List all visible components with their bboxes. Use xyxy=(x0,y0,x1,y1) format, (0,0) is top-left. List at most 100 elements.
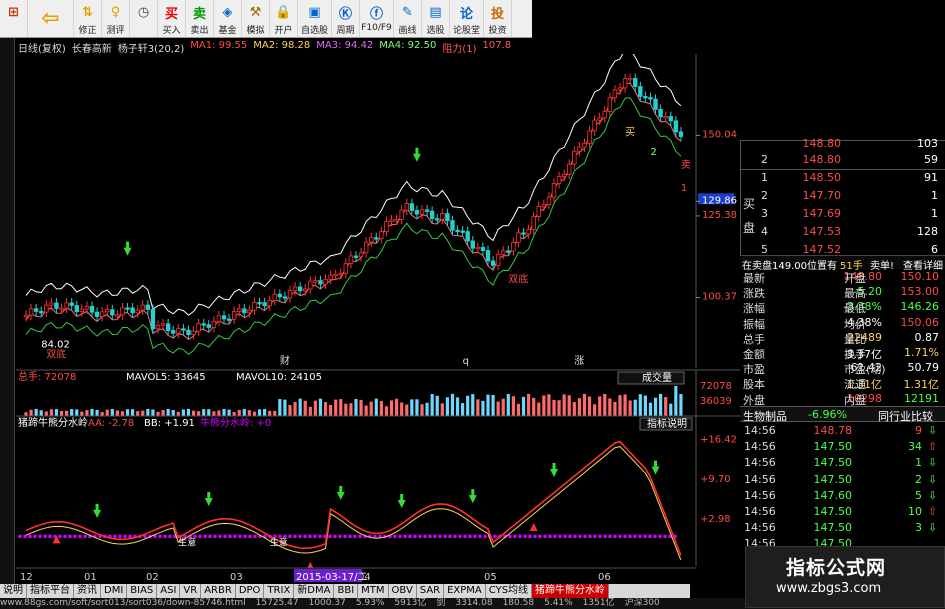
chart-mode-label[interactable]: 日线(复权) xyxy=(18,40,66,55)
volume-bar xyxy=(227,409,231,416)
sell-marker-label: 卖 xyxy=(681,159,691,171)
rights-adjust-icon: ⇅ xyxy=(82,4,93,20)
volume-bar xyxy=(476,399,480,416)
indicator-tab[interactable]: DMI xyxy=(101,584,128,598)
stock-pick-button[interactable]: ▤ 选股 xyxy=(422,0,450,37)
candle-body xyxy=(353,255,359,258)
indicator-tab[interactable]: MTM xyxy=(358,584,389,598)
fund-button[interactable]: ◈ 基金 xyxy=(214,0,242,37)
candle-body xyxy=(59,307,64,311)
buy-button[interactable]: 买买入 xyxy=(158,0,186,37)
quote-label: 换手 xyxy=(844,348,866,361)
quote-value: 1.31亿 xyxy=(846,378,883,392)
candle-body xyxy=(89,305,95,313)
order-level: 2 xyxy=(761,189,768,202)
indicator-tab[interactable]: ARBR xyxy=(201,584,236,598)
indicator-tab[interactable]: CYS均线 xyxy=(486,584,533,598)
indicator-tab[interactable]: ASI xyxy=(157,584,181,598)
quote-row: 外盘 10298 内盘 12191 xyxy=(740,392,945,407)
watchlist-button[interactable]: ▣ 自选股 xyxy=(298,0,332,37)
pen-icon: ✎ xyxy=(402,4,413,20)
left-scroll-strip[interactable] xyxy=(0,38,15,598)
test-button[interactable]: ♀ 测评 xyxy=(102,0,130,37)
hammer-button[interactable]: ⚒ 模拟 xyxy=(242,0,270,37)
order-book-row[interactable]: 148.80 103 xyxy=(741,137,945,153)
oscillator-pane[interactable]: 猪蹄牛熊分水岭 AA: -2.78 BB: +1.91 牛熊分水岭: +0 指标说明 +1… xyxy=(16,415,740,570)
indicator-tab[interactable]: 指标平台 xyxy=(27,584,74,598)
tick-row[interactable]: 14:56 147.50 2 ⇩ xyxy=(740,473,945,489)
indicator-tab[interactable]: SAR xyxy=(417,584,445,598)
order-book-row[interactable]: 2 148.80 59 xyxy=(741,153,945,169)
candle-body xyxy=(638,86,643,97)
indicator-tab[interactable]: OBV xyxy=(389,584,417,598)
investor-button[interactable]: 投投资 xyxy=(484,0,512,37)
volume-bar xyxy=(120,411,125,416)
period-button[interactable]: Ⓚ 周期 xyxy=(332,0,360,37)
indicator-tab[interactable]: EXPMA xyxy=(444,584,486,598)
tick-row[interactable]: 14:56 147.50 1 ⇩ xyxy=(740,456,945,472)
indicator-tab[interactable]: 资讯 xyxy=(74,584,101,598)
volume-bar xyxy=(481,400,485,416)
price-axis-label: 150.04 xyxy=(702,129,737,140)
indicator-tab[interactable]: VR xyxy=(180,584,202,598)
tick-row[interactable]: 14:56 147.50 10 ⇧ xyxy=(740,505,945,521)
ma4-value: MA4: 92.50 xyxy=(379,40,437,51)
quote-value: 22489 xyxy=(847,330,882,344)
indicator-tab[interactable]: 猪蹄牛熊分水岭 xyxy=(532,584,610,598)
order-level: 1 xyxy=(761,171,768,184)
buy-icon: 买 xyxy=(164,6,178,22)
status-item: 1351亿 xyxy=(582,598,615,608)
volume-bar xyxy=(34,408,38,416)
volume-bar xyxy=(283,399,287,416)
order-book-row[interactable]: 1 148.50 91 xyxy=(741,171,945,187)
indicator-tab[interactable]: TRIX xyxy=(264,584,295,598)
quote-value: 150.06 xyxy=(900,315,940,329)
indicator-tab[interactable]: 说明 xyxy=(0,584,27,598)
status-item: 5.93% xyxy=(355,598,385,608)
divide-line-dot xyxy=(68,534,72,539)
tick-row[interactable]: 14:56 148.78 9 ⇩ xyxy=(740,424,945,440)
forum-button[interactable]: 论论股堂 xyxy=(450,0,484,37)
back-arrow-button[interactable]: ⇦ xyxy=(28,0,74,37)
period-icon: Ⓚ xyxy=(338,6,352,22)
lock-button[interactable]: 🔒 开户 xyxy=(270,0,298,37)
f10-button[interactable]: ⓕ F10/F9 xyxy=(360,0,394,37)
quote-label: 市盈(动) xyxy=(844,363,886,377)
order-book-row[interactable]: 2 147.70 1 xyxy=(741,189,945,205)
pen-button[interactable]: ✎ 画线 xyxy=(394,0,422,37)
divide-line-dot xyxy=(423,534,427,539)
tick-row[interactable]: 14:56 147.60 5 ⇩ xyxy=(740,489,945,505)
candle-body xyxy=(328,274,333,280)
stopwatch-button[interactable]: ◷ xyxy=(130,0,158,37)
candle-body xyxy=(64,302,69,309)
kline-chart[interactable]: 150.04129.86125.38100.3784.02双底双底买卖21财 q 涨… xyxy=(16,54,740,584)
order-book-row[interactable]: 3 147.69 1 xyxy=(741,207,945,223)
order-price: 148.50 xyxy=(802,171,842,184)
add-window-button[interactable]: ⊞ xyxy=(0,0,28,37)
order-alert-bar[interactable]: 在卖盘149.00位置有 51手 卖单! 查看详细 xyxy=(740,255,945,272)
price-pane[interactable]: 150.04129.86125.38100.3784.02双底双底买卖21财 q 涨 xyxy=(16,54,740,368)
volume-bar xyxy=(263,409,267,416)
candle-body xyxy=(551,183,557,198)
indicator-tab[interactable]: DPO xyxy=(236,584,265,598)
rights-adjust-button[interactable]: ⇅ 修正 xyxy=(74,0,102,37)
candle-body xyxy=(516,232,521,243)
indicator-tab[interactable]: BBI xyxy=(334,584,359,598)
divide-line-dot xyxy=(198,534,202,539)
indicator-tab[interactable]: BIAS xyxy=(127,584,158,598)
investor-icon: 投 xyxy=(490,6,504,22)
order-price: 147.70 xyxy=(802,189,842,202)
sell-button[interactable]: 卖卖出 xyxy=(186,0,214,37)
tick-row[interactable]: 14:56 147.50 34 ⇧ xyxy=(740,440,945,456)
indicator-tab[interactable]: 新DMA xyxy=(294,584,335,598)
volume-pane[interactable]: 总手: 72078 MAVOL5: 33645 MAVOL10: 24105 成交量 7… xyxy=(16,369,740,416)
divide-line-dot xyxy=(398,534,402,539)
order-book-row[interactable]: 4 147.53 128 xyxy=(741,225,945,241)
volume-bar xyxy=(252,411,257,416)
sector-bar[interactable]: 生物制品 -6.96% 同行业比较 xyxy=(740,406,945,424)
volume-bar xyxy=(613,401,617,416)
tick-row[interactable]: 14:56 147.50 3 ⇩ xyxy=(740,521,945,537)
candle-body xyxy=(556,176,562,184)
indicator-name[interactable]: 杨子轩3(20,2) xyxy=(118,40,184,55)
sector-compare-button[interactable]: 同行业比较 xyxy=(878,408,933,424)
